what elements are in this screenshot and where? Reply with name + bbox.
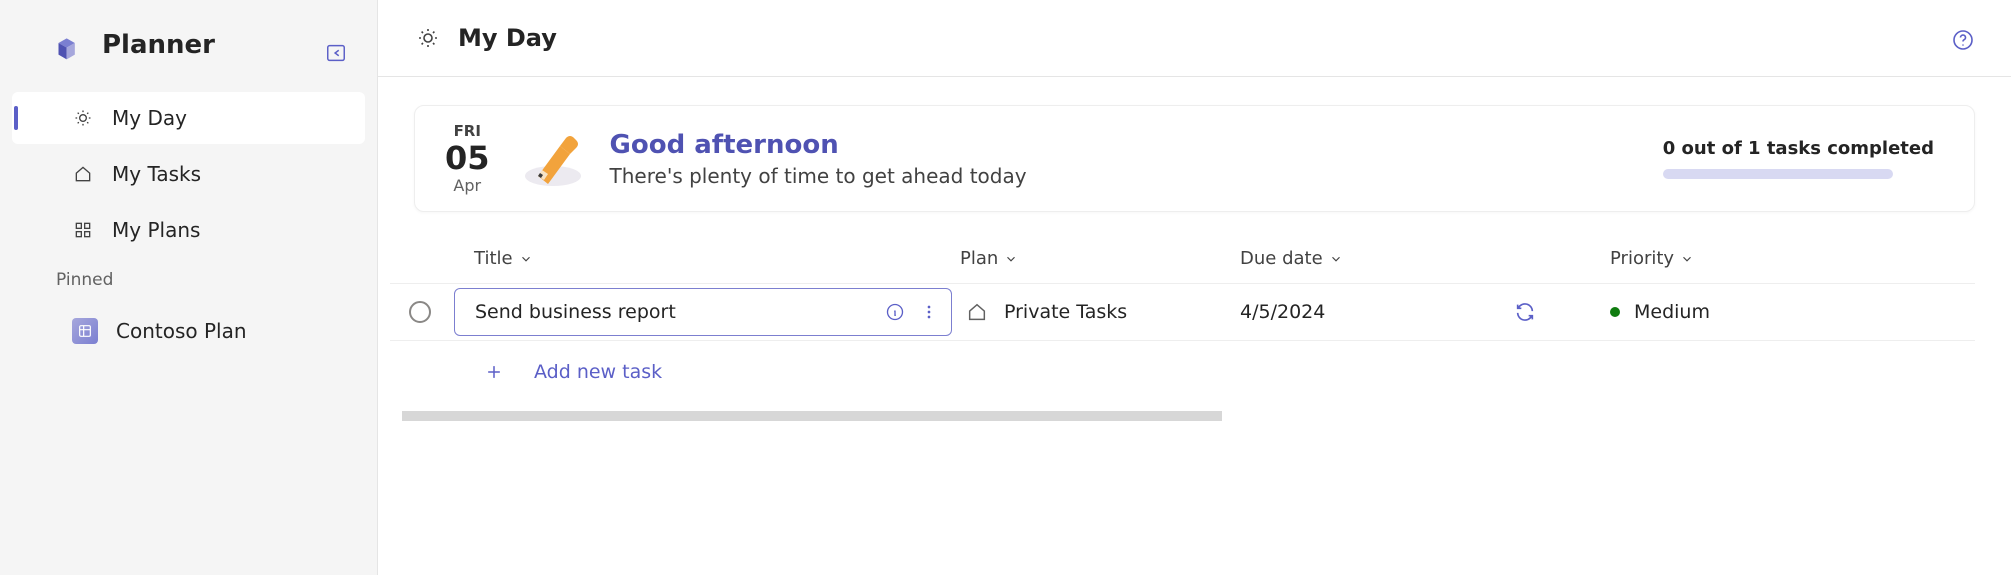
priority-dot-icon xyxy=(1610,307,1620,317)
add-task-label: Add new task xyxy=(534,361,662,383)
banner-greeting: Good afternoon There's plenty of time to… xyxy=(610,130,1663,188)
column-header-plan[interactable]: Plan xyxy=(960,248,1240,269)
chevron-down-icon xyxy=(519,252,533,266)
chevron-down-icon xyxy=(1004,252,1018,266)
column-label: Plan xyxy=(960,248,998,269)
table-row[interactable]: Send business report xyxy=(390,283,1975,341)
greeting-subtitle: There's plenty of time to get ahead toda… xyxy=(610,164,1663,188)
banner-day-of-week: FRI xyxy=(445,122,490,140)
collapse-sidebar-button[interactable] xyxy=(325,42,347,64)
column-header-title[interactable]: Title xyxy=(450,248,960,269)
greeting-banner: FRI 05 Apr Good afternoon There's plenty… xyxy=(414,105,1975,212)
sun-icon xyxy=(416,26,440,50)
main-header: My Day xyxy=(378,0,2011,77)
column-label: Title xyxy=(474,248,513,269)
task-title-cell[interactable]: Send business report xyxy=(454,288,952,336)
recurring-icon xyxy=(1440,301,1610,323)
column-header-due-date[interactable]: Due date xyxy=(1240,248,1440,269)
app-title: Planner xyxy=(102,30,215,60)
more-options-icon[interactable] xyxy=(919,302,939,322)
task-row-actions xyxy=(885,302,939,322)
table-header: Title Plan Due date xyxy=(390,234,1975,283)
greeting-title: Good afternoon xyxy=(610,130,1663,160)
task-due-date: 4/5/2024 xyxy=(1240,301,1440,323)
home-icon xyxy=(966,301,988,323)
sidebar-header: Planner xyxy=(0,12,377,88)
task-priority-label: Medium xyxy=(1634,301,1710,323)
task-plan-cell: Private Tasks xyxy=(960,301,1240,323)
sidebar-item-label: My Day xyxy=(112,106,187,130)
task-table: Title Plan Due date xyxy=(378,234,2011,421)
sidebar-item-label: My Tasks xyxy=(112,162,201,186)
pencil-illustration-icon xyxy=(518,124,588,194)
progress-text: 0 out of 1 tasks completed xyxy=(1663,138,1934,159)
banner-month: Apr xyxy=(445,176,490,195)
column-label: Priority xyxy=(1610,248,1674,269)
planner-logo-icon xyxy=(55,36,83,64)
sidebar-item-label: My Plans xyxy=(112,218,200,242)
plus-icon xyxy=(484,362,504,382)
main-content: My Day FRI 05 Apr xyxy=(378,0,2011,575)
help-button[interactable] xyxy=(1951,28,1975,52)
banner-date: FRI 05 Apr xyxy=(445,122,490,195)
sidebar-item-contoso-plan[interactable]: Contoso Plan xyxy=(12,304,365,358)
sidebar-item-my-tasks[interactable]: My Tasks xyxy=(12,148,365,200)
column-label: Due date xyxy=(1240,248,1323,269)
task-complete-checkbox[interactable] xyxy=(409,301,431,323)
add-task-row: Add new task xyxy=(390,341,1975,403)
info-icon[interactable] xyxy=(885,302,905,322)
page-title: My Day xyxy=(458,24,557,52)
sidebar: Planner My Day xyxy=(0,0,378,575)
horizontal-scrollbar[interactable] xyxy=(402,411,1222,421)
sidebar-item-my-plans[interactable]: My Plans xyxy=(12,204,365,256)
progress-bar xyxy=(1663,169,1893,179)
task-plan-name: Private Tasks xyxy=(1004,301,1127,323)
sidebar-item-label: Contoso Plan xyxy=(116,319,247,343)
progress-summary: 0 out of 1 tasks completed xyxy=(1663,138,1934,179)
column-header-priority[interactable]: Priority xyxy=(1610,248,1975,269)
home-outline-icon xyxy=(72,163,94,185)
plan-tile-icon xyxy=(72,318,98,344)
sidebar-item-my-day[interactable]: My Day xyxy=(12,92,365,144)
chevron-down-icon xyxy=(1329,252,1343,266)
chevron-down-icon xyxy=(1680,252,1694,266)
sun-icon xyxy=(72,107,94,129)
grid-icon xyxy=(72,219,94,241)
task-priority-cell: Medium xyxy=(1610,301,1975,323)
pinned-section-label: Pinned xyxy=(0,260,377,300)
add-new-task-button[interactable]: Add new task xyxy=(450,361,960,383)
banner-day-number: 05 xyxy=(445,142,490,174)
task-title: Send business report xyxy=(475,301,885,323)
